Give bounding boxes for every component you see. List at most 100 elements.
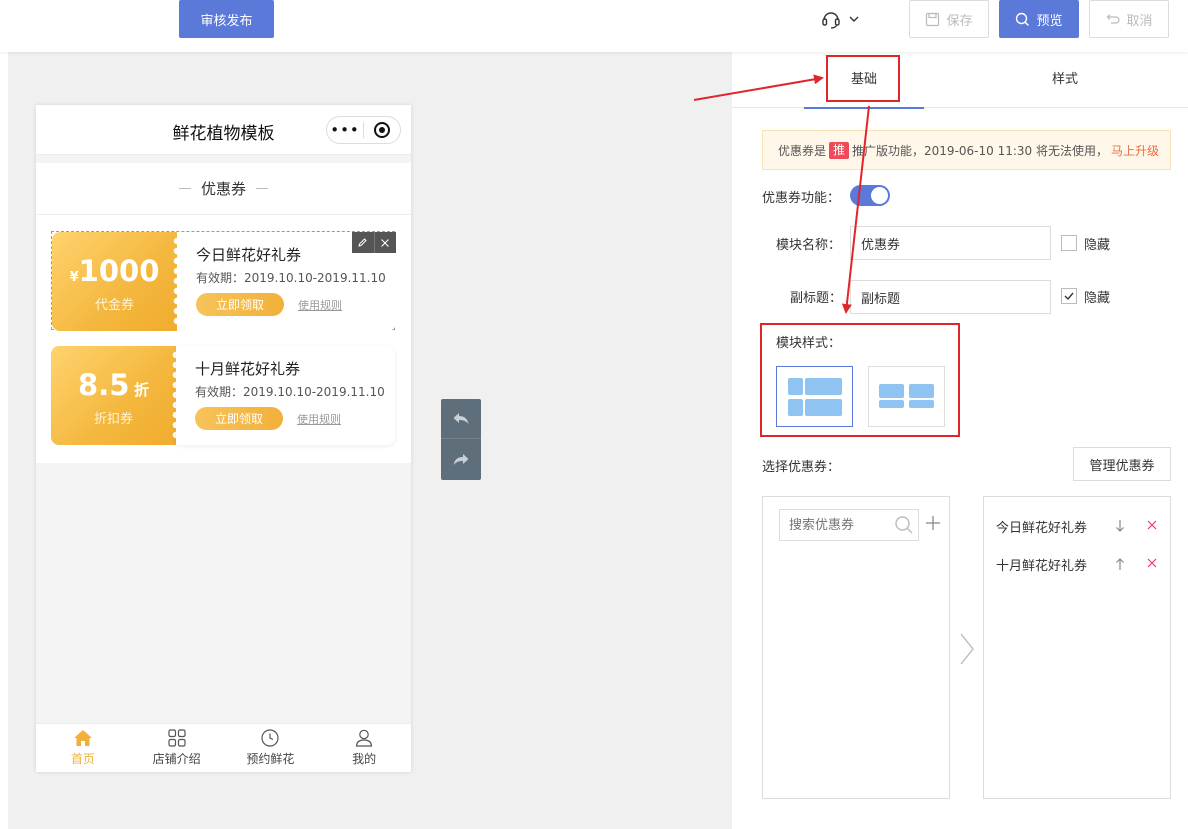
module-name-input[interactable]	[850, 226, 1051, 260]
title-dash-right	[256, 188, 268, 189]
module-title: 优惠券	[200, 180, 246, 198]
phone-header: 鲜花植物模板 •••	[36, 105, 411, 155]
headset-icon	[822, 12, 840, 29]
plus-icon[interactable]	[925, 515, 941, 535]
claim-button[interactable]: 立即领取	[195, 407, 283, 430]
select-coupon-label: 选择优惠券：	[762, 460, 841, 475]
undo-button[interactable]	[441, 399, 481, 439]
coupon-name: 今日鲜花好礼券	[196, 246, 302, 264]
tab-label: 首页	[70, 752, 95, 766]
promo-badge: 推	[829, 141, 850, 159]
history-panel	[441, 399, 481, 480]
cancel-button[interactable]: 取消	[1089, 0, 1169, 38]
coupon-card[interactable]: ¥1000 代金券 今日鲜花好礼券 有效期：2019.10.10-2019.11…	[51, 231, 396, 331]
tab-home[interactable]: 首页	[36, 724, 130, 772]
rules-link[interactable]: 使用规则	[297, 411, 341, 427]
module-name-label: 模块名称：	[776, 238, 842, 253]
list-item: 今日鲜花好礼券	[996, 517, 1166, 537]
tab-mine[interactable]: 我的	[317, 724, 411, 772]
redo-button[interactable]	[441, 440, 481, 480]
coupon-number: 8.5	[78, 368, 130, 402]
coupon-amount: 8.5 折	[51, 368, 176, 402]
delete-icon[interactable]	[1146, 519, 1158, 535]
coupon-suffix: 折	[133, 381, 149, 399]
manage-coupons-button[interactable]: 管理优惠券	[1073, 447, 1171, 481]
selected-coupon-list: 今日鲜花好礼券 十月鲜花好礼券	[983, 496, 1171, 799]
coupon-validity: 有效期：2019.10.10-2019.11.10	[195, 385, 385, 399]
coupon-module[interactable]: 优惠券 ¥1000 代金券 今日鲜花好礼券 有效期：2019.10.10-201…	[36, 163, 411, 463]
delete-icon[interactable]	[1146, 557, 1158, 573]
coupon-amount: ¥1000	[52, 254, 177, 288]
upgrade-link[interactable]: 马上升级	[1111, 142, 1159, 159]
clock-icon	[261, 729, 279, 747]
customer-service-menu[interactable]	[820, 8, 866, 30]
top-toolbar: 审核发布 保存 预览 取消	[0, 0, 1188, 52]
coupon-function-toggle[interactable]	[850, 185, 890, 206]
subtitle-label: 副标题：	[790, 291, 843, 306]
redo-arrow-icon	[453, 454, 469, 465]
hide-name-checkbox[interactable]	[1061, 235, 1077, 251]
search-icon[interactable]	[894, 515, 914, 539]
subtitle-input[interactable]	[850, 280, 1051, 314]
coupon-source-list	[762, 496, 950, 799]
close-icon[interactable]	[373, 232, 397, 253]
module-edit-tools	[352, 232, 396, 253]
coupon-card[interactable]: 8.5 折 折扣券 十月鲜花好礼券 有效期：2019.10.10-2019.11…	[51, 346, 395, 445]
tab-label: 预约鲜花	[246, 752, 295, 766]
tab-booking[interactable]: 预约鲜花	[224, 724, 318, 772]
undo-arrow-icon	[453, 412, 469, 424]
coupon-info: 十月鲜花好礼券 有效期：2019.10.10-2019.11.10 立即领取 使…	[176, 346, 395, 445]
tab-style[interactable]: 样式	[1005, 52, 1125, 108]
undo-icon	[1107, 13, 1121, 24]
more-icon[interactable]: •••	[327, 117, 363, 143]
hide-label: 隐藏	[1084, 291, 1111, 306]
coupon-function-label: 优惠券功能：	[762, 191, 841, 206]
hide-label: 隐藏	[1084, 238, 1111, 253]
notice-text: 推广版功能，2019-06-10 11:30 将无法使用，	[852, 143, 1108, 158]
tab-store-intro[interactable]: 店铺介绍	[130, 724, 224, 772]
tab-label: 店铺介绍	[152, 752, 201, 766]
user-icon	[355, 729, 373, 747]
claim-button[interactable]: 立即领取	[196, 293, 284, 316]
coupon-number: 1000	[78, 254, 160, 288]
hide-subtitle-checkbox[interactable]	[1061, 288, 1077, 304]
arrow-down-icon[interactable]	[1114, 519, 1126, 537]
highlight-box-module-style	[760, 323, 960, 437]
save-button[interactable]: 保存	[909, 0, 989, 38]
search-icon	[1016, 12, 1030, 26]
close-target-icon[interactable]	[364, 121, 400, 139]
highlight-box-basic-tab	[826, 55, 900, 102]
cancel-label: 取消	[1126, 13, 1153, 29]
preview-label: 预览	[1036, 13, 1063, 29]
save-icon	[926, 12, 940, 26]
save-label: 保存	[946, 13, 973, 29]
phone-tabbar: 首页 店铺介绍 预约鲜花 我的	[36, 723, 411, 772]
settings-tabs: 基础 样式	[732, 52, 1188, 109]
grid-icon	[168, 729, 186, 747]
notice-prefix: 优惠券是	[778, 143, 827, 158]
settings-panel: 基础 样式 优惠券是 推 推广版功能，2019-06-10 11:30 将无法使…	[732, 52, 1188, 829]
chevron-right-icon	[958, 632, 976, 670]
coupon-type: 代金券	[94, 298, 134, 313]
publish-button[interactable]: 审核发布	[179, 0, 274, 38]
rules-link[interactable]: 使用规则	[298, 297, 342, 313]
coupon-value-block: ¥1000 代金券	[52, 232, 182, 331]
mini-program-capsule[interactable]: •••	[326, 116, 401, 144]
title-dash-left	[178, 188, 191, 189]
tab-label: 我的	[352, 752, 377, 766]
selected-coupon-name: 今日鲜花好礼券	[996, 521, 1088, 536]
selected-coupon-name: 十月鲜花好礼券	[996, 559, 1088, 574]
arrow-up-icon[interactable]	[1114, 557, 1126, 575]
pencil-icon[interactable]	[352, 232, 374, 253]
coupon-type: 折扣券	[93, 412, 133, 427]
preview-button[interactable]: 预览	[999, 0, 1079, 38]
coupon-value-block: 8.5 折 折扣券	[51, 346, 181, 445]
coupon-currency: ¥	[69, 270, 79, 285]
upgrade-notice: 优惠券是 推 推广版功能，2019-06-10 11:30 将无法使用， 马上升…	[762, 130, 1171, 170]
home-icon	[73, 730, 92, 746]
list-item: 十月鲜花好礼券	[996, 555, 1166, 575]
phone-preview: 鲜花植物模板 ••• 优惠券 ¥1000 代金券 今日鲜花好礼券 有效期：201…	[36, 105, 411, 772]
module-title-row: 优惠券	[36, 163, 411, 215]
chevron-down-icon	[849, 16, 859, 22]
coupon-validity: 有效期：2019.10.10-2019.11.10	[196, 271, 386, 285]
